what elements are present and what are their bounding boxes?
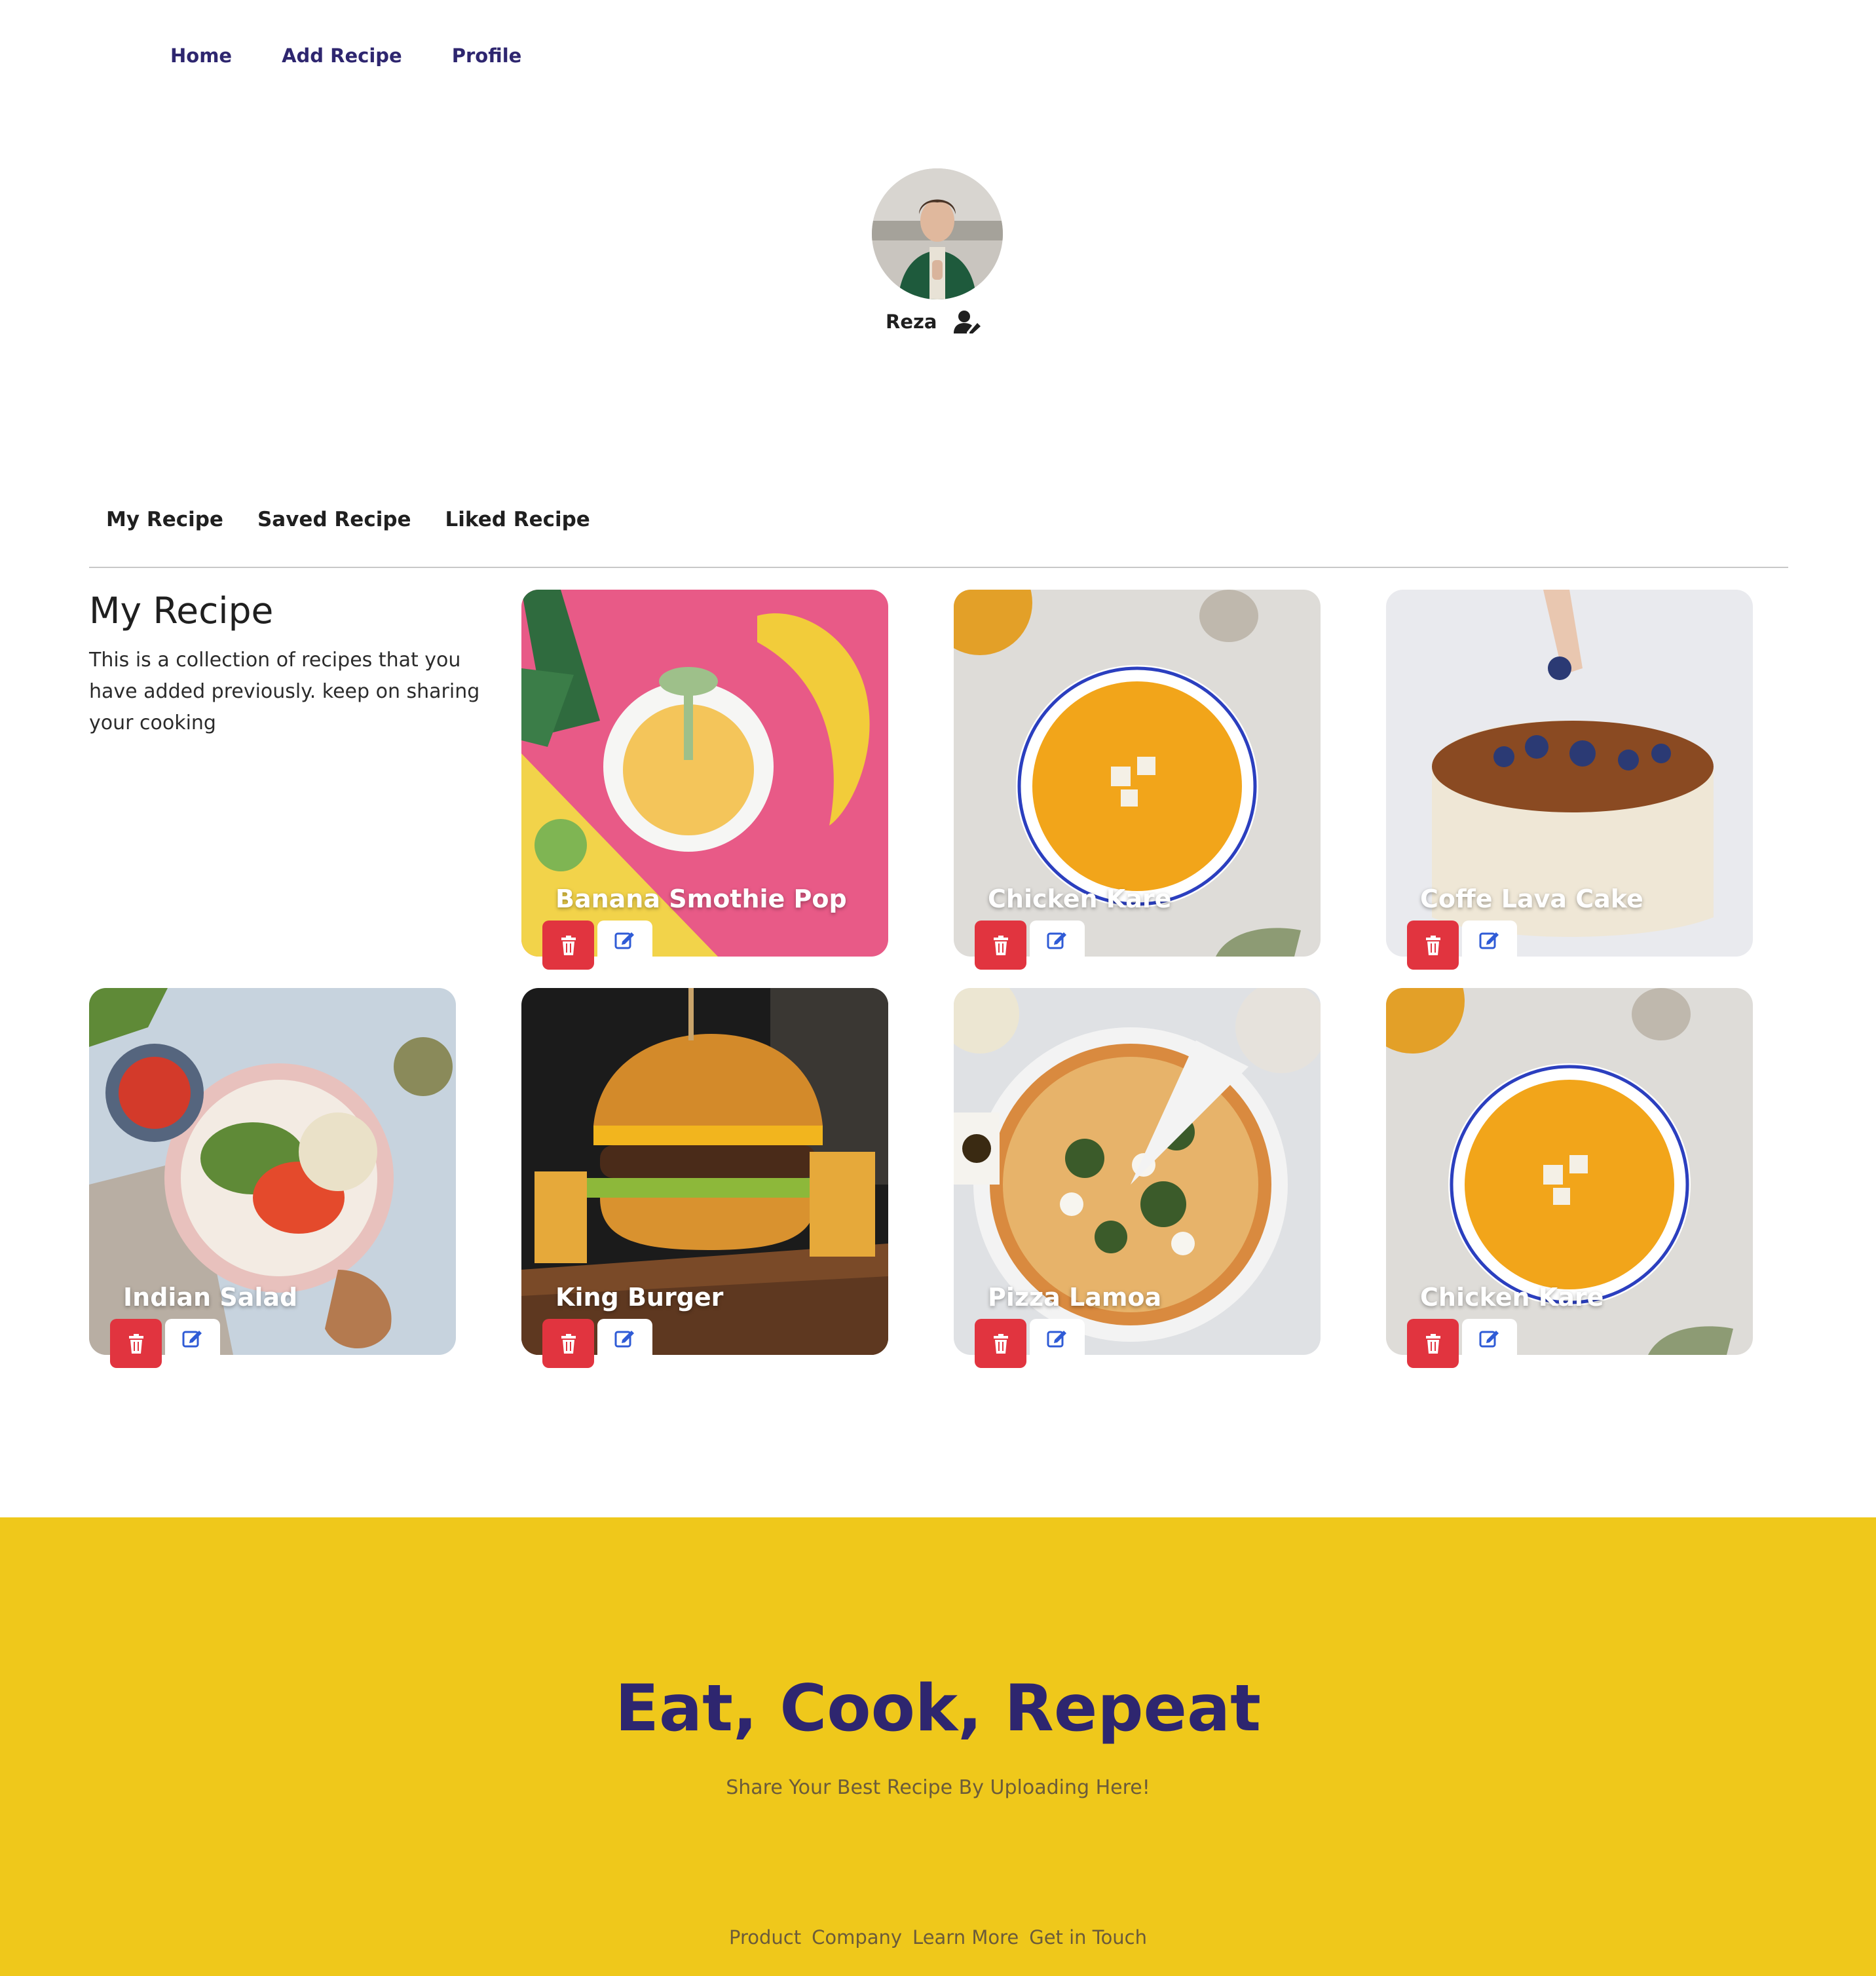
recipe-title: Banana Smothie Pop (555, 884, 847, 913)
user-edit-icon[interactable] (954, 310, 981, 333)
edit-button[interactable] (165, 1319, 220, 1357)
nav-add-recipe[interactable]: Add Recipe (282, 45, 402, 67)
tabs-divider (89, 567, 1788, 568)
edit-icon (1479, 1331, 1499, 1348)
trash-icon (1425, 935, 1440, 955)
recipe-card[interactable]: Coffe Lava Cake (1386, 590, 1753, 970)
section-description: This is a collection of recipes that you… (89, 649, 480, 734)
delete-button[interactable] (542, 1319, 594, 1368)
edit-button[interactable] (1462, 1319, 1517, 1357)
edit-icon (182, 1331, 202, 1348)
tab-my-recipe[interactable]: My Recipe (106, 508, 223, 531)
footer-link-get-in-touch[interactable]: Get in Touch (1029, 1926, 1147, 1948)
recipe-title: Chicken Kare (988, 884, 1172, 913)
delete-button[interactable] (975, 1319, 1026, 1368)
recipe-title: King Burger (555, 1283, 724, 1312)
recipe-title: Coffe Lava Cake (1420, 884, 1643, 913)
avatar (872, 168, 1003, 299)
recipe-card[interactable]: King Burger (521, 988, 888, 1368)
recipe-title: Chicken Kare (1420, 1283, 1604, 1312)
recipe-tabs: My Recipe Saved Recipe Liked Recipe (106, 508, 590, 531)
edit-icon (1047, 1331, 1066, 1348)
delete-button[interactable] (1407, 921, 1459, 970)
recipe-title: Pizza Lamoa (988, 1283, 1162, 1312)
recipe-title: Indian Salad (123, 1283, 298, 1312)
footer-title: Eat, Cook, Repeat (615, 1671, 1261, 1746)
recipe-card[interactable]: Pizza Lamoa (954, 988, 1321, 1368)
tab-saved-recipe[interactable]: Saved Recipe (257, 508, 411, 531)
trash-icon (993, 1333, 1008, 1354)
delete-button[interactable] (110, 1319, 162, 1368)
edit-icon (614, 1331, 634, 1348)
footer-link-product[interactable]: Product (729, 1926, 801, 1948)
footer: Eat, Cook, Repeat Share Your Best Recipe… (0, 1517, 1876, 1976)
trash-icon (561, 1333, 576, 1354)
footer-link-learn-more[interactable]: Learn More (912, 1926, 1019, 1948)
recipe-card[interactable]: Indian Salad (89, 988, 456, 1368)
edit-icon (614, 932, 634, 949)
profile-name: Reza (886, 311, 937, 333)
recipe-card[interactable]: Chicken Kare (954, 590, 1321, 970)
trash-icon (128, 1333, 143, 1354)
edit-button[interactable] (1030, 921, 1085, 959)
delete-button[interactable] (542, 921, 594, 970)
nav-home[interactable]: Home (170, 45, 232, 67)
edit-icon (1479, 932, 1499, 949)
footer-links: Product Company Learn More Get in Touch (0, 1926, 1876, 1948)
edit-button[interactable] (1030, 1319, 1085, 1357)
recipe-card[interactable]: Banana Smothie Pop (521, 590, 888, 970)
edit-button[interactable] (1462, 921, 1517, 959)
footer-subtitle: Share Your Best Recipe By Uploading Here… (726, 1776, 1150, 1799)
top-nav: Home Add Recipe Profile (170, 45, 521, 67)
edit-icon (1047, 932, 1066, 949)
profile-row: Reza (886, 310, 981, 333)
trash-icon (993, 935, 1008, 955)
footer-link-company[interactable]: Company (812, 1926, 902, 1948)
section-title: My Recipe (89, 590, 274, 632)
delete-button[interactable] (975, 921, 1026, 970)
edit-button[interactable] (597, 921, 652, 959)
recipe-card[interactable]: Chicken Kare (1386, 988, 1753, 1368)
delete-button[interactable] (1407, 1319, 1459, 1368)
trash-icon (561, 935, 576, 955)
nav-profile[interactable]: Profile (452, 45, 522, 67)
trash-icon (1425, 1333, 1440, 1354)
edit-button[interactable] (597, 1319, 652, 1357)
tab-liked-recipe[interactable]: Liked Recipe (445, 508, 590, 531)
